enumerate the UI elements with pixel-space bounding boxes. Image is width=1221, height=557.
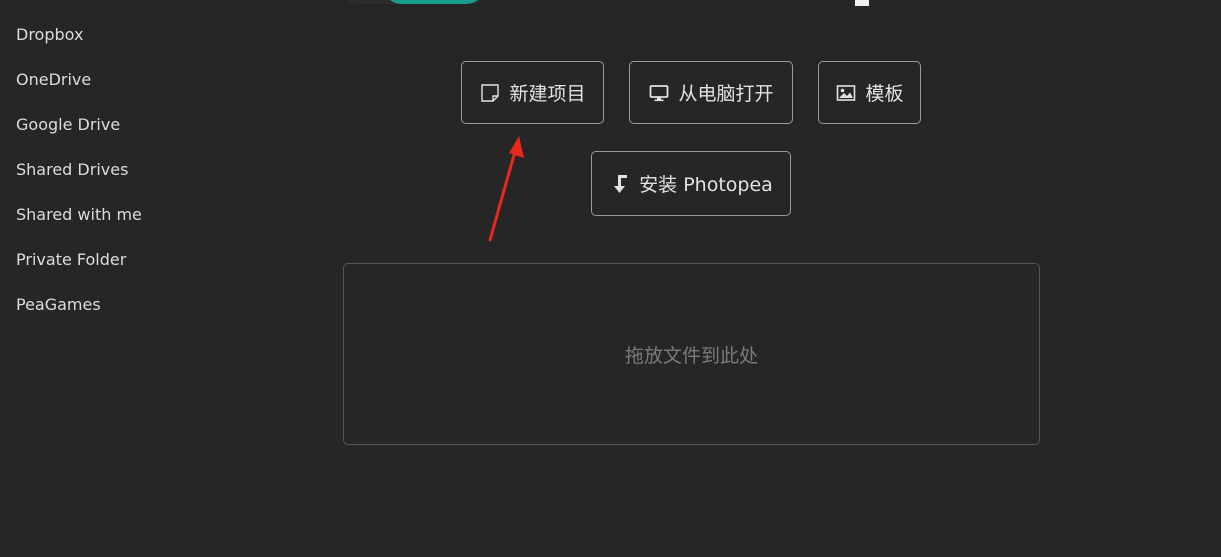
install-photopea-label: 安装 Photopea <box>639 174 773 196</box>
templates-button[interactable]: 模板 <box>818 61 921 124</box>
image-icon <box>835 82 857 104</box>
annotation-arrow-icon <box>488 136 524 242</box>
monitor-icon <box>648 82 670 104</box>
file-drop-zone[interactable]: 拖放文件到此处 <box>343 263 1040 445</box>
new-file-icon <box>479 82 501 104</box>
new-project-button[interactable]: 新建项目 <box>461 61 604 124</box>
sidebar-item-dropbox[interactable]: Dropbox <box>0 12 200 57</box>
new-project-label: 新建项目 <box>509 83 586 105</box>
open-from-computer-label: 从电脑打开 <box>678 83 774 105</box>
download-arrow-icon <box>609 173 631 195</box>
logo-mark <box>855 0 869 6</box>
sidebar-item-private-folder[interactable]: Private Folder <box>0 237 200 282</box>
templates-label: 模板 <box>865 83 904 105</box>
sidebar-item-shared-with-me[interactable]: Shared with me <box>0 192 200 237</box>
storage-sidebar: Dropbox OneDrive Google Drive Shared Dri… <box>0 12 200 327</box>
sidebar-item-peagames[interactable]: PeaGames <box>0 282 200 327</box>
drop-zone-hint: 拖放文件到此处 <box>624 344 758 367</box>
sidebar-item-shared-drives[interactable]: Shared Drives <box>0 147 200 192</box>
open-from-computer-button[interactable]: 从电脑打开 <box>629 61 793 124</box>
logo-accent <box>382 0 486 4</box>
sidebar-item-google-drive[interactable]: Google Drive <box>0 102 200 147</box>
install-photopea-button[interactable]: 安装 Photopea <box>591 151 791 216</box>
sidebar-item-onedrive[interactable]: OneDrive <box>0 57 200 102</box>
photopea-start-page: Dropbox OneDrive Google Drive Shared Dri… <box>0 0 1221 557</box>
